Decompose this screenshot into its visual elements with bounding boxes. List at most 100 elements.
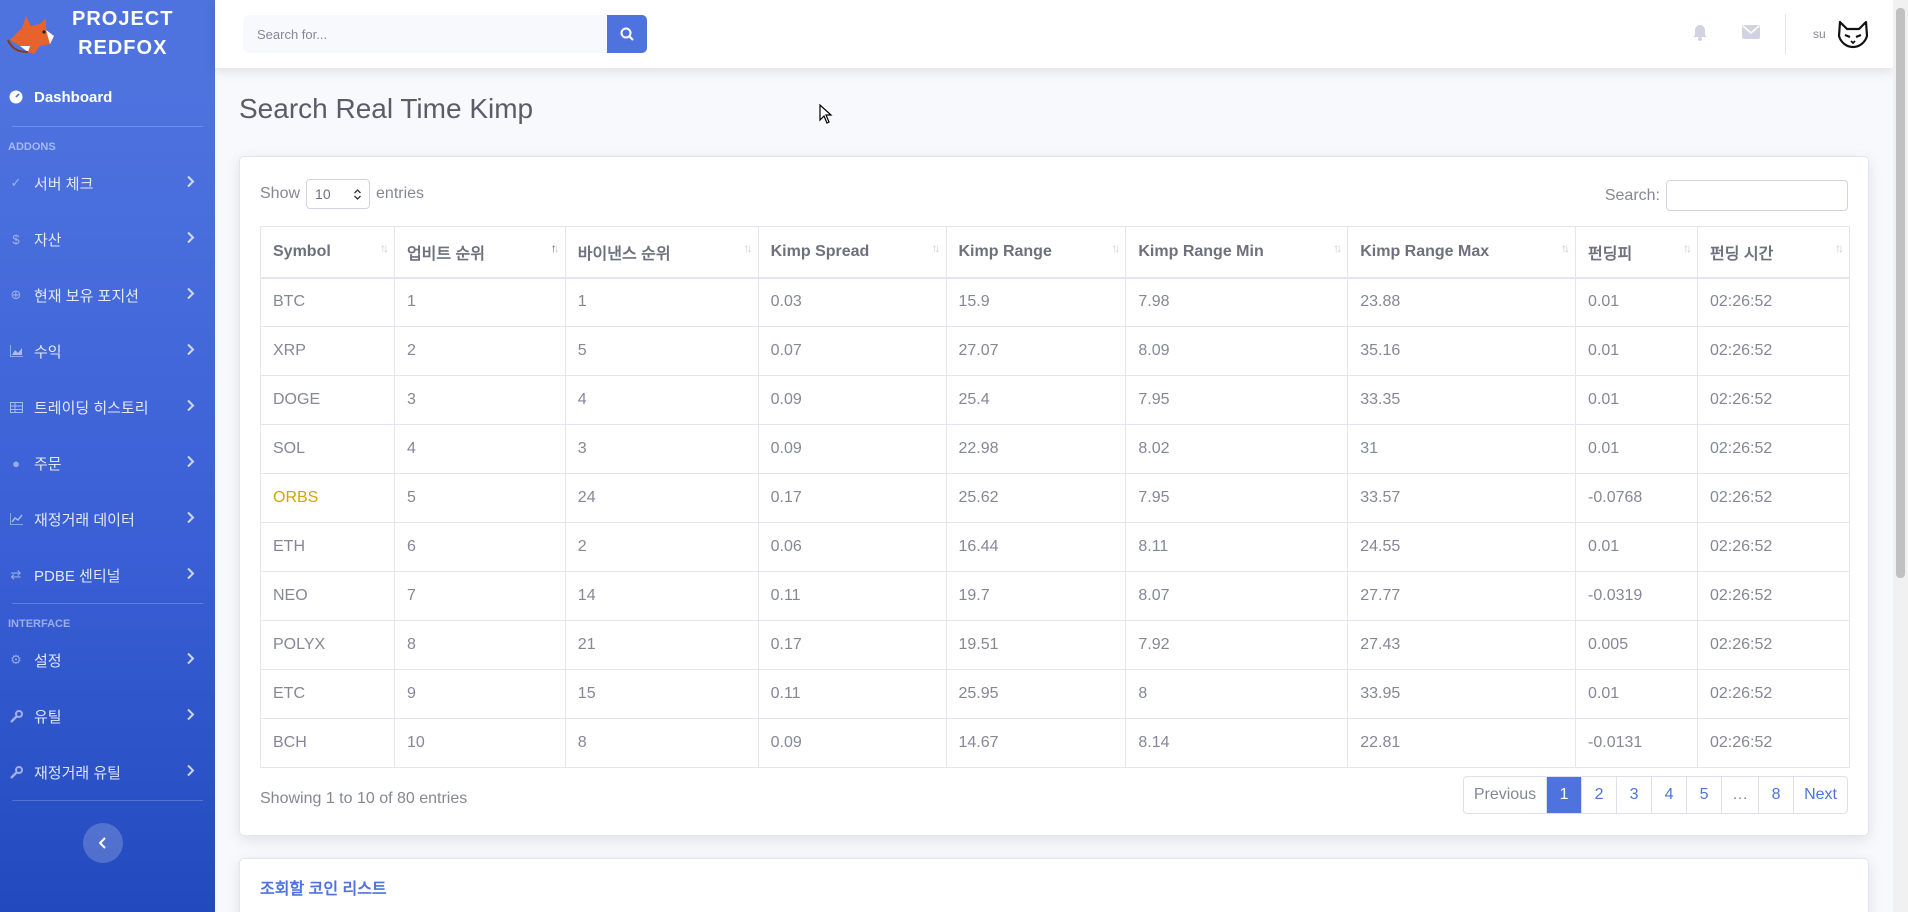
avatar[interactable] [1837,18,1869,50]
column-header-funding-time[interactable]: 펀딩 시간 ↑↓ [1697,226,1850,279]
symbol-cell: POLYX [260,620,395,670]
table-cell: 02:26:52 [1697,424,1850,474]
sidebar-item-label: 자산 [34,231,62,249]
table-row[interactable]: XRP 2 5 0.07 27.07 8.09 35.16 0.01 02:26:52 [260,326,1850,376]
table-cell: 6 [393,522,566,572]
sidebar-item-profit[interactable]: 수익 [0,323,215,379]
sidebar-item-pdbe-sentinel[interactable]: ⇄ PDBE 센티널 [0,547,215,603]
table-cell: 02:26:52 [1697,326,1850,376]
sidebar-item-label: 주문 [34,455,62,473]
table-cell: 02:26:52 [1697,473,1850,523]
pagination-page[interactable]: 1 [1546,777,1582,813]
brand[interactable]: PROJECT REDFOX [0,0,215,68]
table-row[interactable]: BTC 1 1 0.03 15.9 7.98 23.88 0.01 02:26:52 [260,277,1850,327]
table-row[interactable]: DOGE 3 4 0.09 25.4 7.95 33.35 0.01 02:26:52 [260,375,1850,425]
gear-icon: ⚙ [10,652,22,667]
table-row[interactable]: BCH 10 8 0.09 14.67 8.14 22.81 -0.0131 02:26:52 [260,718,1850,768]
pagination-previous[interactable]: Previous [1464,777,1546,813]
pagination-page[interactable]: 4 [1651,777,1686,813]
sort-icon: ↑↓ [1111,241,1120,255]
column-header-upbit-rank[interactable]: 업비트 순위 ↑↓ [393,226,566,279]
search-input[interactable] [243,15,607,53]
column-header-binance-rank[interactable]: 바이낸스 순위 ↑↓ [564,226,759,279]
symbol-cell: ETH [260,522,395,572]
pagination-page[interactable]: 5 [1686,777,1721,813]
table-row[interactable]: ETC 9 15 0.11 25.95 8 33.95 0.01 02:26:52 [260,669,1850,719]
sidebar-item-assets[interactable]: $ 자산 [0,211,215,267]
sidebar-item-settings[interactable]: ⚙ 설정 [0,632,215,688]
table-row[interactable]: SOL 4 3 0.09 22.98 8.02 31 0.01 02:26:52 [260,424,1850,474]
sidebar-item-dashboard[interactable]: Dashboard [0,68,215,126]
column-header-kimp-range[interactable]: Kimp Range ↑↓ [945,226,1127,279]
sidebar-item-utils[interactable]: 유틸 [0,688,215,744]
table-cell: 14 [564,571,759,621]
page-title: Search Real Time Kimp [239,93,534,124]
sidebar-item-positions[interactable]: ⊕ 현재 보유 포지션 [0,267,215,323]
chevron-right-icon [187,764,195,781]
table-header-row: Symbol ↑↓ 업비트 순위 ↑↓ 바이낸스 순위 ↑↓ Kimp Spread ↑… [260,226,1850,279]
column-header-kimp-range-max[interactable]: Kimp Range Max ↑↓ [1347,226,1577,279]
table-search-input[interactable] [1666,180,1848,211]
fox-logo-icon [7,16,54,54]
table-cell: 19.51 [945,620,1127,670]
table-cell: 3 [564,424,759,474]
column-header-kimp-range-min[interactable]: Kimp Range Min ↑↓ [1125,226,1349,279]
check-icon: ✓ [10,175,22,190]
sidebar-item-label: 유틸 [34,708,62,726]
table-cell: 0.01 [1575,669,1698,719]
wrench-icon [8,708,24,724]
pagination-next[interactable]: Next [1793,777,1847,813]
table-row[interactable]: ETH 6 2 0.06 16.44 8.11 24.55 0.01 02:26:52 [260,522,1850,572]
pagination-page[interactable]: 8 [1758,777,1793,813]
pagination-page[interactable]: 3 [1616,777,1651,813]
sidebar-item-trading-history[interactable]: 트레이딩 히스토리 [0,379,215,435]
column-header-kimp-spread[interactable]: Kimp Spread ↑↓ [757,226,947,279]
sort-icon: ↑↓ [931,241,941,255]
column-header-symbol[interactable]: Symbol ↑↓ [260,226,395,279]
table-cell: 24 [564,473,759,523]
topbar-divider [1785,14,1786,54]
bell-icon[interactable] [1690,22,1710,42]
sidebar-item-arbitrage-utils[interactable]: 재정거래 유틸 [0,744,215,800]
sidebar-item-arbitrage-data[interactable]: 재정거래 데이터 [0,491,215,547]
chevron-right-icon [187,343,195,360]
kimp-table-card: Show 10 entries Search: Symbol ↑↓ 업비트 순위 ↑… [239,156,1869,836]
page-scrollbar[interactable] [1893,0,1908,912]
topbar: su [215,0,1893,68]
user-name[interactable]: su [1813,27,1826,41]
brand-text: PROJECT REDFOX [72,5,173,63]
sidebar-item-server-check[interactable]: ✓ 서버 체크 [0,155,215,211]
column-header-funding-fee[interactable]: 펀딩피 ↑↓ [1575,226,1698,279]
sidebar-toggle-button[interactable] [83,823,123,863]
chart-area-icon [8,343,24,359]
sidebar-item-orders[interactable]: ● 주문 [0,435,215,491]
symbol-cell: NEO [260,571,395,621]
chevron-right-icon [187,231,195,248]
sidebar-item-label: 재정거래 유틸 [34,764,121,782]
exchange-icon: ⇄ [10,567,22,582]
table-cell: 22.81 [1347,718,1577,768]
sidebar-item-label: 재정거래 데이터 [34,511,135,529]
table-cell: 7.98 [1125,277,1349,327]
table-cell: 0.01 [1575,375,1698,425]
table-cell: 7.92 [1125,620,1349,670]
pagination-page[interactable]: 2 [1581,777,1616,813]
table-row[interactable]: NEO 7 14 0.11 19.7 8.07 27.77 -0.0319 02:26:52 [260,571,1850,621]
entries-select[interactable]: 10 [306,179,371,209]
sidebar-item-label: 트레이딩 히스토리 [34,399,149,417]
table-cell: 0.01 [1575,424,1698,474]
table-cell: 25.4 [945,375,1127,425]
table-body: BTC 1 1 0.03 15.9 7.98 23.88 0.01 02:26:52 XRP 2 5 0… [260,277,1850,768]
envelope-icon[interactable] [1741,22,1761,42]
search-button[interactable] [607,15,647,53]
table-cell: 3 [393,375,566,425]
table-cell: 0.11 [757,571,947,621]
mouse-cursor-icon [819,104,833,124]
sort-icon: ↑↓ [1561,241,1570,255]
table-filter: Search: [1605,180,1848,211]
scrollbar-thumb[interactable] [1896,8,1905,578]
table-row[interactable]: POLYX 8 21 0.17 19.51 7.92 27.43 0.005 02:26:52 [260,620,1850,670]
symbol-cell: ORBS [260,473,395,523]
table-cell: 2 [393,326,566,376]
table-row[interactable]: ORBS 5 24 0.17 25.62 7.95 33.57 -0.0768 02:26:52 [260,473,1850,523]
